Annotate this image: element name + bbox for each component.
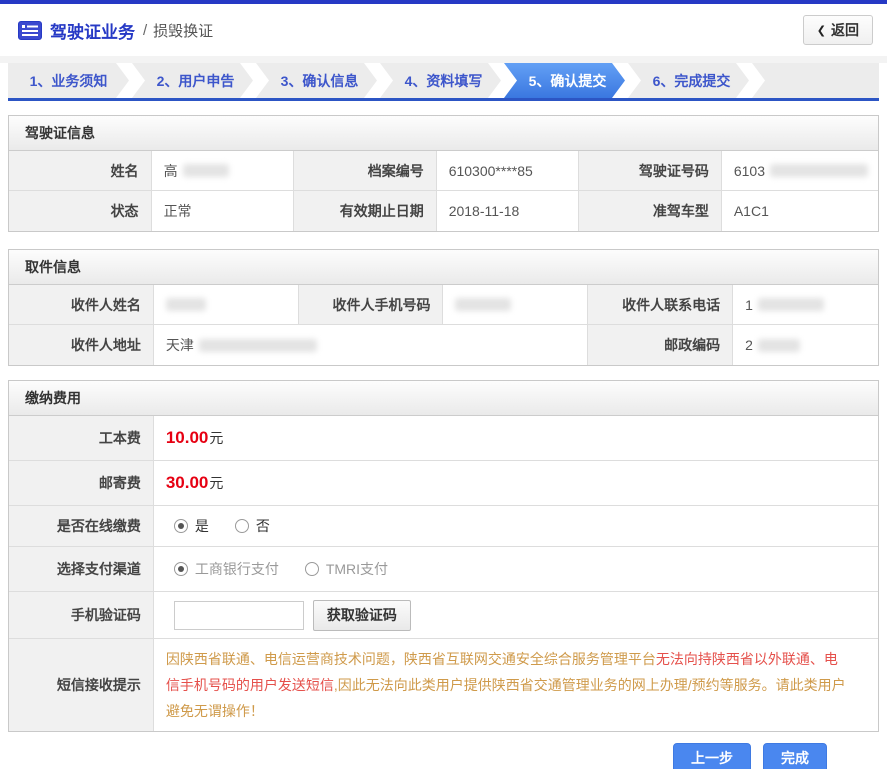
payment-panel: 缴纳费用 工本费 10.00 元 邮寄费 30.00 元 是否在线缴费 是 否 … <box>8 380 879 732</box>
name-value: 高 <box>151 151 295 191</box>
postal-code-label: 邮政编码 <box>588 325 734 365</box>
vehicle-class-label: 准驾车型 <box>579 191 722 231</box>
channel-icbc-label: 工商银行支付 <box>194 561 279 577</box>
mail-fee-value: 30.00 元 <box>153 461 878 506</box>
work-fee-label: 工本费 <box>9 416 154 461</box>
get-code-button[interactable]: 获取验证码 <box>312 599 411 631</box>
step-5-confirm-submit: 5、确认提交 <box>504 63 625 98</box>
online-pay-yes-label: 是 <box>194 518 209 534</box>
online-payment-label: 是否在线缴费 <box>9 506 154 547</box>
sms-notice-label: 短信接收提示 <box>9 639 154 731</box>
valid-until-value: 2018-11-18 <box>436 191 580 231</box>
channel-tmri-radio[interactable]: TMRI支付 <box>304 559 389 579</box>
file-no-label: 档案编号 <box>294 151 437 191</box>
header-divider <box>0 56 887 63</box>
payment-table: 工本费 10.00 元 邮寄费 30.00 元 是否在线缴费 是 否 选择支付渠… <box>9 416 878 731</box>
recipient-name-value <box>153 285 299 325</box>
valid-until-label: 有效期止日期 <box>294 191 437 231</box>
recipient-phone-label: 收件人联系电话 <box>588 285 734 325</box>
step-4-fill-data: 4、资料填写 <box>380 63 501 98</box>
file-no-value: 610300****85 <box>436 151 580 191</box>
recipient-address-value: 天津 <box>153 325 589 365</box>
radio-selected-icon <box>173 562 188 576</box>
pay-channel-options: 工商银行支付 TMRI支付 <box>153 547 878 592</box>
redacted-text <box>757 298 824 311</box>
recipient-mobile-label: 收件人手机号码 <box>298 285 444 325</box>
license-info-table: 姓名 高 档案编号 610300****85 驾驶证号码 6103 状态 正常 … <box>9 151 878 231</box>
redacted-text <box>182 164 229 177</box>
online-payment-options: 是 否 <box>153 506 878 547</box>
license-form-icon <box>18 20 42 40</box>
radio-unselected-icon <box>304 562 319 576</box>
sms-notice-text: 因陕西省联通、电信运营商技术问题，陕西省互联网交通安全综合服务管理平台无法向持陕… <box>166 639 868 731</box>
recipient-mobile-value <box>443 285 589 325</box>
redacted-text <box>165 298 206 311</box>
step-1-business-notice: 1、业务须知 <box>8 63 129 98</box>
recipient-address-label: 收件人地址 <box>9 325 154 365</box>
postal-code-value: 2 <box>733 325 878 365</box>
sms-code-row: 获取验证码 <box>153 592 878 639</box>
breadcrumb: 驾驶证业务 / 损毁换证 <box>18 18 213 43</box>
online-pay-yes-radio[interactable]: 是 <box>173 516 209 536</box>
radio-unselected-icon <box>234 519 249 533</box>
vehicle-class-value: A1C1 <box>721 191 878 231</box>
license-info-panel: 驾驶证信息 姓名 高 档案编号 610300****85 驾驶证号码 6103 … <box>8 115 879 232</box>
pickup-info-table: 收件人姓名 收件人手机号码 收件人联系电话 1 收件人地址 天津 邮政编码 2 <box>9 285 878 365</box>
redacted-text <box>198 338 317 352</box>
name-label: 姓名 <box>9 151 152 191</box>
back-button[interactable]: ❮ 返回 <box>802 15 873 45</box>
prev-step-button[interactable]: 上一步 <box>673 743 751 769</box>
step-2-user-declaration: 2、用户申告 <box>132 63 253 98</box>
redacted-text <box>757 338 800 352</box>
pickup-info-title: 取件信息 <box>9 250 878 285</box>
step-3-confirm-info: 3、确认信息 <box>256 63 377 98</box>
step-6-complete-submit: 6、完成提交 <box>628 63 749 98</box>
license-no-value: 6103 <box>721 151 878 191</box>
mail-fee-amount: 30.00 <box>165 473 209 492</box>
radio-selected-icon <box>173 519 188 533</box>
sms-notice-value: 因陕西省联通、电信运营商技术问题，陕西省互联网交通安全综合服务管理平台无法向持陕… <box>153 639 878 731</box>
back-button-label: 返回 <box>831 22 859 38</box>
pay-channel-label: 选择支付渠道 <box>9 547 154 592</box>
notice-text-part1: 因陕西省联通、电信运营商技术问题，陕西省互联网交通安全综合服务管理平台 <box>165 651 656 667</box>
pickup-info-panel: 取件信息 收件人姓名 收件人手机号码 收件人联系电话 1 收件人地址 天津 邮政… <box>8 249 879 366</box>
license-info-title: 驾驶证信息 <box>9 116 878 151</box>
fee-unit: 元 <box>209 430 224 446</box>
online-pay-no-radio[interactable]: 否 <box>234 516 270 536</box>
fee-unit: 元 <box>209 475 224 491</box>
footer-actions: 上一步 完成 <box>0 732 887 769</box>
work-fee-value: 10.00 元 <box>153 416 878 461</box>
sms-code-input[interactable] <box>173 600 304 630</box>
channel-icbc-radio[interactable]: 工商银行支付 <box>173 559 279 579</box>
finish-button[interactable]: 完成 <box>763 743 827 769</box>
recipient-phone-value: 1 <box>733 285 878 325</box>
page-header: 驾驶证业务 / 损毁换证 ❮ 返回 <box>0 4 887 56</box>
channel-tmri-label: TMRI支付 <box>325 561 389 577</box>
page-title: 驾驶证业务 <box>50 22 135 42</box>
status-label: 状态 <box>9 191 152 231</box>
breadcrumb-separator: / <box>143 21 148 39</box>
recipient-name-label: 收件人姓名 <box>9 285 154 325</box>
step-progress-bar: 1、业务须知 2、用户申告 3、确认信息 4、资料填写 5、确认提交 6、完成提… <box>8 63 879 101</box>
work-fee-amount: 10.00 <box>165 428 209 447</box>
redacted-text <box>455 298 512 311</box>
license-no-label: 驾驶证号码 <box>579 151 722 191</box>
breadcrumb-current: 损毁换证 <box>153 22 214 40</box>
step-bar-filler <box>752 63 879 98</box>
online-pay-no-label: 否 <box>255 518 270 534</box>
mail-fee-label: 邮寄费 <box>9 461 154 506</box>
sms-code-label: 手机验证码 <box>9 592 154 639</box>
payment-title: 缴纳费用 <box>9 381 878 416</box>
status-value: 正常 <box>151 191 295 231</box>
redacted-text <box>770 164 868 177</box>
chevron-left-icon: ❮ <box>816 24 826 37</box>
